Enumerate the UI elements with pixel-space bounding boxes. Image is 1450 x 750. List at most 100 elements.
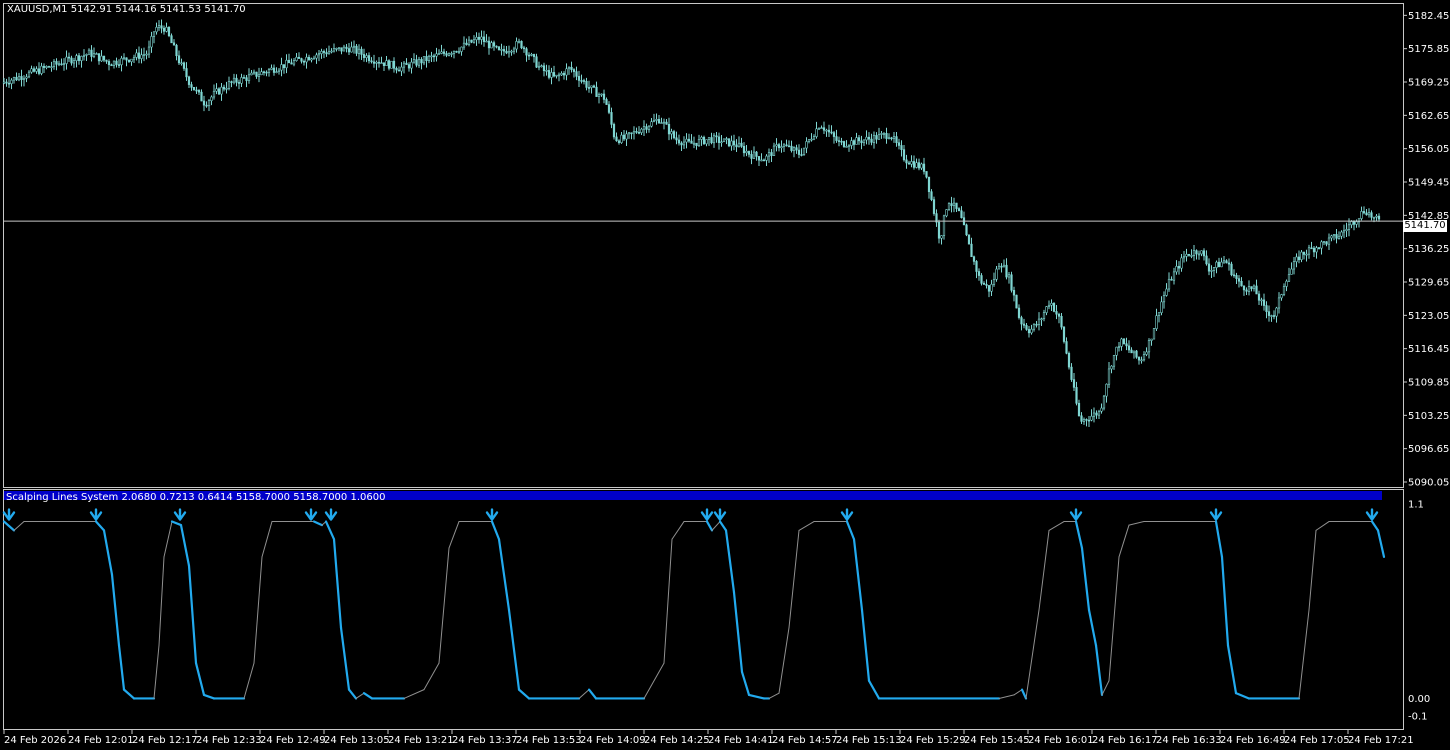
candle-body (77, 55, 81, 61)
candle-body (795, 147, 798, 151)
candle-body (870, 138, 873, 143)
candle-body (897, 142, 901, 146)
candle-body (262, 71, 266, 74)
candle-body (1227, 262, 1231, 265)
candle-body (145, 53, 148, 56)
candle-body (1172, 271, 1176, 281)
candle-body (517, 40, 521, 43)
candle-body (295, 56, 298, 61)
candle-body (1330, 235, 1333, 239)
candle (842, 140, 846, 148)
candle-body (547, 70, 551, 78)
candle-body (727, 138, 731, 147)
candle-body (270, 67, 273, 70)
candle (702, 135, 706, 145)
candle-body (427, 55, 431, 61)
chart-canvas[interactable]: 5182.45 5175.85 5169.25 5162.65 5156.05 5149.… (0, 0, 1450, 750)
candle-body (345, 46, 348, 49)
candle-body (987, 285, 991, 292)
candle-body (805, 141, 808, 149)
candle-body (27, 71, 31, 78)
candle-body (757, 156, 761, 161)
candle-body (375, 61, 378, 64)
candle-body (277, 69, 281, 72)
candle-body (837, 140, 841, 142)
candle-body (112, 60, 116, 66)
candle-body (435, 53, 438, 57)
candle-body (1197, 253, 1201, 256)
candle-body (17, 76, 21, 81)
candle-body (255, 71, 258, 77)
candle-body (1287, 274, 1291, 282)
candle-body (1045, 306, 1048, 313)
candle-body (745, 150, 748, 154)
candle-body (382, 62, 386, 66)
candle-body (620, 134, 623, 143)
candle-body (165, 26, 168, 32)
candle-body (927, 176, 931, 193)
candle-body (920, 163, 923, 169)
candle-body (362, 54, 366, 58)
indicator-tick-label: 1.1 (1408, 499, 1424, 510)
candle-body (630, 132, 633, 135)
price-tick-label: 5182.45 (1408, 11, 1449, 22)
candle-body (1177, 266, 1181, 269)
candle-body (1167, 278, 1171, 290)
candle-body (857, 137, 861, 142)
candle-body (982, 283, 986, 285)
candle-body (1225, 260, 1228, 264)
candle-body (1275, 307, 1278, 317)
candle-body (1342, 230, 1346, 233)
candle-body (1255, 285, 1258, 295)
candle-body (945, 209, 948, 217)
candle (722, 138, 726, 143)
candle (1062, 326, 1066, 344)
candle-body (530, 54, 533, 56)
candle-body (142, 54, 146, 56)
candle-body (995, 268, 998, 280)
chart-background (0, 0, 1450, 750)
candle-body (155, 26, 158, 33)
candle-body (110, 64, 113, 67)
candle-body (275, 71, 278, 73)
candle-body (1205, 255, 1208, 265)
candle-body (1002, 264, 1006, 268)
candle-body (892, 136, 896, 139)
candle-body (1170, 278, 1173, 281)
candle-body (1270, 315, 1273, 317)
candle-body (940, 235, 943, 239)
candle-body (322, 51, 326, 53)
time-tick-label: 24 Feb 14:09 (580, 735, 646, 746)
candle-body (87, 49, 91, 55)
candle (1230, 261, 1233, 277)
candle-body (1150, 338, 1153, 341)
candle-body (695, 142, 698, 146)
candle-body (357, 48, 361, 54)
candle-body (557, 74, 561, 77)
candle-body (272, 67, 276, 73)
candle-body (862, 139, 866, 144)
candle-body (737, 142, 741, 148)
candle-body (337, 47, 341, 49)
candle-body (1350, 221, 1353, 226)
candle-body (1032, 323, 1036, 330)
candle-body (1162, 295, 1166, 303)
candle-body (662, 121, 666, 124)
candle-body (925, 171, 928, 178)
candle-body (812, 136, 816, 140)
candle-body (752, 151, 756, 159)
candle-body (405, 62, 408, 65)
candle-body (1027, 329, 1031, 334)
candle-body (515, 41, 518, 50)
candle-body (167, 26, 171, 37)
candle-body (1262, 299, 1266, 306)
candle-body (642, 126, 646, 130)
time-tick-label: 24 Feb 16:01 (1028, 735, 1094, 746)
candle-body (610, 112, 613, 125)
candle-body (560, 72, 563, 76)
candle-body (505, 50, 508, 54)
candle-body (467, 39, 471, 45)
candle-body (907, 162, 911, 165)
candle-body (1192, 250, 1196, 256)
candle-body (830, 131, 833, 134)
